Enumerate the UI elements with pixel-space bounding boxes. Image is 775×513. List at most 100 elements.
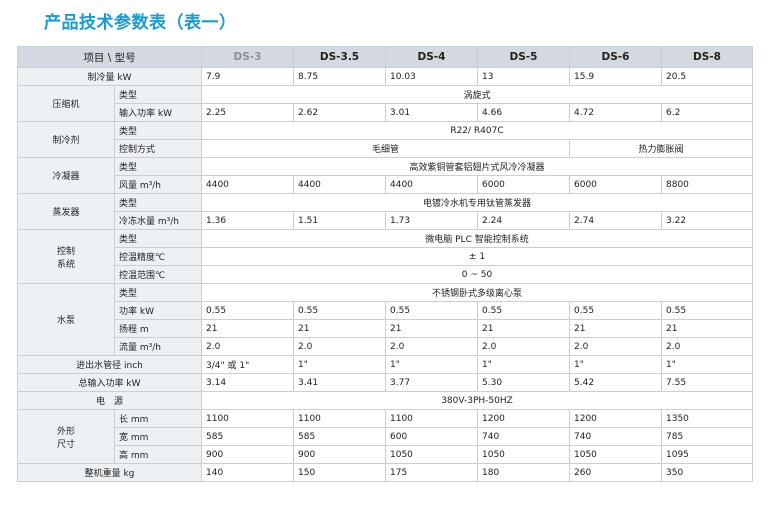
model-header: DS-6 [569, 46, 662, 68]
cell-value: 2.0 [661, 337, 753, 356]
cell-value: 350 [661, 463, 753, 482]
cell-value: 1.36 [201, 211, 294, 230]
group-label: 蒸发器 [17, 193, 115, 230]
row-label: 输入功率 kW [114, 103, 202, 122]
cell-value: 260 [569, 463, 662, 482]
header-row: 项目 \ 型号 DS-3 DS-3.5 DS-4 DS-5 DS-6 DS-8 [17, 46, 753, 68]
cell-value: 1095 [661, 445, 753, 464]
cell-value: 2.74 [569, 211, 662, 230]
row-label: 风量 m³/h [114, 175, 202, 194]
table-row: 水泵 类型 不锈钢卧式多级离心泵 [17, 283, 753, 356]
cell-value: 3/4" 或 1" [201, 355, 294, 374]
cell-value: 微电脑 PLC 智能控制系统 [201, 229, 753, 248]
row-label: 扬程 m [114, 319, 202, 338]
cell-value: 5.30 [477, 373, 570, 392]
cell-value: 585 [293, 427, 386, 446]
table-row: 宽 mm 585 585 600 740 740 785 [18, 427, 753, 446]
cell-value: 4400 [385, 175, 478, 194]
cell-value: 1050 [569, 445, 662, 464]
table-row: 高 mm 900 900 1050 1050 1050 1095 [18, 445, 753, 464]
cell-value: 900 [293, 445, 386, 464]
cell-value: 7.55 [661, 373, 753, 392]
cell-value: 150 [293, 463, 386, 482]
row-label: 高 mm [114, 445, 202, 464]
table-row: 控制 系统 类型 微电脑 PLC 智能控制系统 [17, 229, 753, 284]
cell-value: 21 [569, 319, 662, 338]
cell-value: 高效紫铜管套铝翅片式风冷冷凝器 [201, 157, 753, 176]
cell-value: 0.55 [477, 301, 570, 320]
table-row: 控制方式 毛细管 热力膨胀阀 [18, 139, 753, 158]
cell-value: 21 [385, 319, 478, 338]
cell-value: 2.24 [477, 211, 570, 230]
table-row: 进出水管径 inch 3/4" 或 1" 1" 1" 1" 1" 1" [17, 355, 753, 374]
cell-value: 1100 [201, 409, 294, 428]
row-label: 整机重量 kg [17, 463, 202, 482]
cell-value: 21 [293, 319, 386, 338]
row-label: 类型 [114, 85, 202, 104]
row-label: 类型 [114, 121, 202, 140]
row-label: 冷冻水量 m³/h [114, 211, 202, 230]
cell-value: 1" [293, 355, 386, 374]
table-row: 整机重量 kg 140 150 175 180 260 350 [17, 463, 753, 482]
cell-value: 3.14 [201, 373, 294, 392]
group-label: 水泵 [17, 283, 115, 356]
cell-value: 585 [201, 427, 294, 446]
table-row: 输入功率 kW 2.25 2.62 3.01 4.66 4.72 6.2 [18, 103, 753, 122]
cell-value: 1" [569, 355, 662, 374]
header-label: 项目 \ 型号 [17, 46, 202, 68]
group-label: 冷凝器 [17, 157, 115, 194]
cell-value: 1100 [293, 409, 386, 428]
cell-value: 2.25 [201, 103, 294, 122]
cell-value: 1" [477, 355, 570, 374]
cell-value: 7.9 [201, 67, 294, 86]
cell-value: 4400 [201, 175, 294, 194]
group-label: 外形 尺寸 [17, 409, 115, 464]
page-title: 产品技术参数表（表一） [44, 13, 237, 33]
cell-value: 2.0 [385, 337, 478, 356]
table-row: 蒸发器 类型 电镀冷水机专用钛管蒸发器 [17, 193, 753, 230]
model-header: DS-5 [477, 46, 570, 68]
cell-value: 0 ~ 50 [201, 265, 753, 284]
cell-value: 1050 [385, 445, 478, 464]
table-row: 控温范围℃ 0 ~ 50 [18, 265, 753, 284]
table-row: 压缩机 类型 涡旋式 [17, 85, 753, 122]
row-label: 长 mm [114, 409, 202, 428]
cell-value: 1200 [569, 409, 662, 428]
table-row: 冷凝器 类型 高效紫铜管套铝翅片式风冷冷凝器 [17, 157, 753, 194]
table-row: 风量 m³/h 4400 4400 4400 6000 6000 8800 [18, 175, 753, 194]
cell-value: 3.22 [661, 211, 753, 230]
cell-value: 180 [477, 463, 570, 482]
cell-value: 3.77 [385, 373, 478, 392]
cell-value: 785 [661, 427, 753, 446]
row-label: 电 源 [17, 391, 202, 410]
table-row: 扬程 m 21 21 21 21 21 21 [18, 319, 753, 338]
model-header: DS-3 [201, 46, 294, 68]
group-label: 制冷剂 [17, 121, 115, 158]
group-label-line: 尺寸 [56, 439, 75, 450]
row-label: 类型 [114, 157, 202, 176]
cell-value: 1350 [661, 409, 753, 428]
cell-value: 2.0 [477, 337, 570, 356]
row-label: 类型 [114, 193, 202, 212]
cell-value: 175 [385, 463, 478, 482]
cell-value: 10.03 [385, 67, 478, 86]
cell-value: 2.0 [569, 337, 662, 356]
cell-value: 0.55 [661, 301, 753, 320]
row-label: 功率 kW [114, 301, 202, 320]
cell-value: 2.62 [293, 103, 386, 122]
row-label: 控制方式 [114, 139, 202, 158]
cell-value: 4400 [293, 175, 386, 194]
cell-value: 0.55 [569, 301, 662, 320]
cell-value: 8800 [661, 175, 753, 194]
cell-value: 1050 [477, 445, 570, 464]
group-label: 压缩机 [17, 85, 115, 122]
cell-value: 15.9 [569, 67, 662, 86]
cell-value: ± 1 [201, 247, 753, 266]
table-row: 控温精度℃ ± 1 [18, 247, 753, 266]
cell-value: 1" [385, 355, 478, 374]
model-header: DS-3.5 [293, 46, 386, 68]
model-header: DS-8 [661, 46, 753, 68]
row-label: 总输入功率 kW [17, 373, 202, 392]
row-label: 类型 [114, 229, 202, 248]
cell-value: 3.41 [293, 373, 386, 392]
